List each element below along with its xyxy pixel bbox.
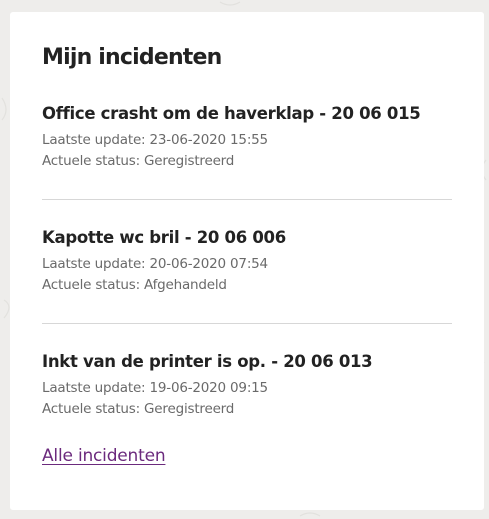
incident-status: Actuele status: Afgehandeld (42, 277, 227, 293)
incident-last-update: Laatste update: 19-06-2020 09:15 (42, 380, 268, 396)
incident-title-link[interactable]: Kapotte wc bril - 20 06 006 (42, 225, 452, 251)
incident-last-update: Laatste update: 20-06-2020 07:54 (42, 256, 268, 272)
incident-title-link[interactable]: Office crasht om de haverklap - 20 06 01… (42, 101, 452, 127)
divider (42, 323, 452, 324)
incident-last-update: Laatste update: 23-06-2020 15:55 (42, 132, 268, 148)
all-incidents-link[interactable]: Alle incidenten (42, 446, 166, 466)
incident-status: Actuele status: Geregistreerd (42, 153, 235, 169)
divider (42, 199, 452, 200)
list-item: Kapotte wc bril - 20 06 006 Laatste upda… (42, 225, 452, 296)
incidents-card: Mijn incidenten Office crasht om de have… (10, 12, 484, 510)
incident-title-link[interactable]: Inkt van de printer is op. - 20 06 013 (42, 349, 452, 375)
incident-status: Actuele status: Geregistreerd (42, 401, 235, 417)
list-item: Inkt van de printer is op. - 20 06 013 L… (42, 349, 452, 420)
incident-list: Office crasht om de haverklap - 20 06 01… (42, 101, 452, 420)
card-title: Mijn incidenten (42, 45, 222, 70)
list-item: Office crasht om de haverklap - 20 06 01… (42, 101, 452, 172)
